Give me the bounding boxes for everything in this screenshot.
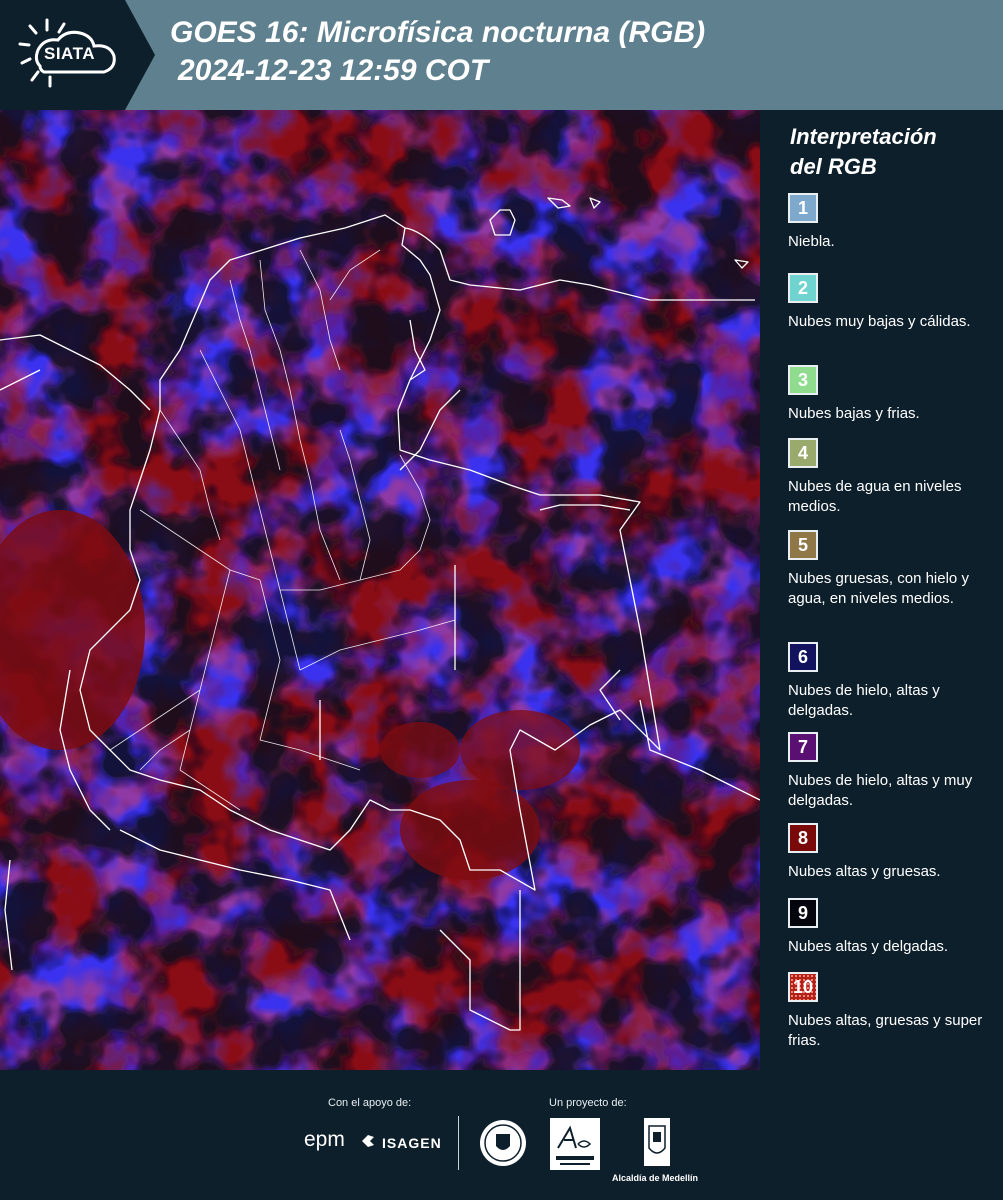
alcaldia-medellin-text: Alcaldía de Medellín [612, 1173, 699, 1183]
header: SIATA GOES 16: Microfísica nocturna (RGB… [0, 0, 1003, 110]
rgb-legend: Interpretación del RGB 1 Niebla. 2 Nubes mu… [776, 110, 1003, 1070]
project-caption: Un proyecto de: [549, 1097, 627, 1109]
legend-swatch: 2 [788, 273, 818, 303]
legend-item-2: 2 Nubes muy bajas y cálidas. [788, 273, 993, 332]
legend-label: Nubes altas y gruesas. [788, 863, 941, 880]
legend-item-6: 6 Nubes de hielo, altas y delgadas. [788, 642, 993, 721]
siata-logo: SIATA [0, 0, 155, 110]
page-timestamp: 2024-12-23 12:59 COT [178, 54, 489, 87]
satellite-map[interactable] [0, 110, 760, 1070]
legend-title: Interpretación del RGB [790, 124, 937, 179]
footer: Con el apoyo de: Un proyecto de: epm ISA… [0, 1070, 1003, 1200]
legend-item-4: 4 Nubes de agua en niveles medios. [788, 438, 993, 517]
legend-label: Nubes altas y delgadas. [788, 938, 949, 955]
legend-item-10: 10 Nubes altas, gruesas y super frias. [788, 972, 993, 1051]
legend-label: Nubes altas, gruesas y super frias. [788, 1012, 983, 1049]
legend-swatch: 1 [788, 193, 818, 223]
page-title: GOES 16: Microfísica nocturna (RGB) [170, 16, 706, 49]
legend-item-7: 7 Nubes de hielo, altas y muy delgadas. [788, 732, 993, 811]
legend-item-3: 3 Nubes bajas y frias. [788, 365, 993, 424]
legend-swatch: 10 [788, 972, 818, 1002]
legend-item-1: 1 Niebla. [788, 193, 993, 252]
antioquia-seal-icon [480, 1120, 526, 1166]
isagen-logo-icon [362, 1135, 374, 1147]
legend-swatch: 4 [788, 438, 818, 468]
footer-divider [458, 1116, 459, 1170]
legend-swatch: 8 [788, 823, 818, 853]
isagen-logo: ISAGEN [382, 1135, 442, 1151]
siata-logo-text: SIATA [44, 44, 95, 63]
legend-label: Niebla. [788, 233, 835, 250]
alcaldia-medellin-logo-icon [644, 1118, 670, 1166]
legend-swatch: 7 [788, 732, 818, 762]
epm-logo: epm [304, 1128, 345, 1151]
legend-item-5: 5 Nubes gruesas, con hielo y agua, en niv… [788, 530, 993, 609]
legend-swatch: 3 [788, 365, 818, 395]
legend-label: Nubes de hielo, altas y muy delgadas. [788, 772, 973, 809]
legend-item-9: 9 Nubes altas y delgadas. [788, 898, 993, 957]
legend-label: Nubes de hielo, altas y delgadas. [788, 682, 940, 719]
area-metropolitana-logo-icon [550, 1118, 600, 1170]
legend-swatch: 5 [788, 530, 818, 560]
legend-label: Nubes de agua en niveles medios. [788, 478, 962, 515]
satellite-image [0, 110, 760, 1070]
legend-label: Nubes gruesas, con hielo y agua, en nive… [788, 570, 969, 607]
legend-swatch: 6 [788, 642, 818, 672]
legend-item-8: 8 Nubes altas y gruesas. [788, 823, 993, 882]
legend-label: Nubes muy bajas y cálidas. [788, 313, 971, 330]
support-caption: Con el apoyo de: [328, 1097, 412, 1109]
legend-label: Nubes bajas y frias. [788, 405, 920, 422]
legend-swatch: 9 [788, 898, 818, 928]
